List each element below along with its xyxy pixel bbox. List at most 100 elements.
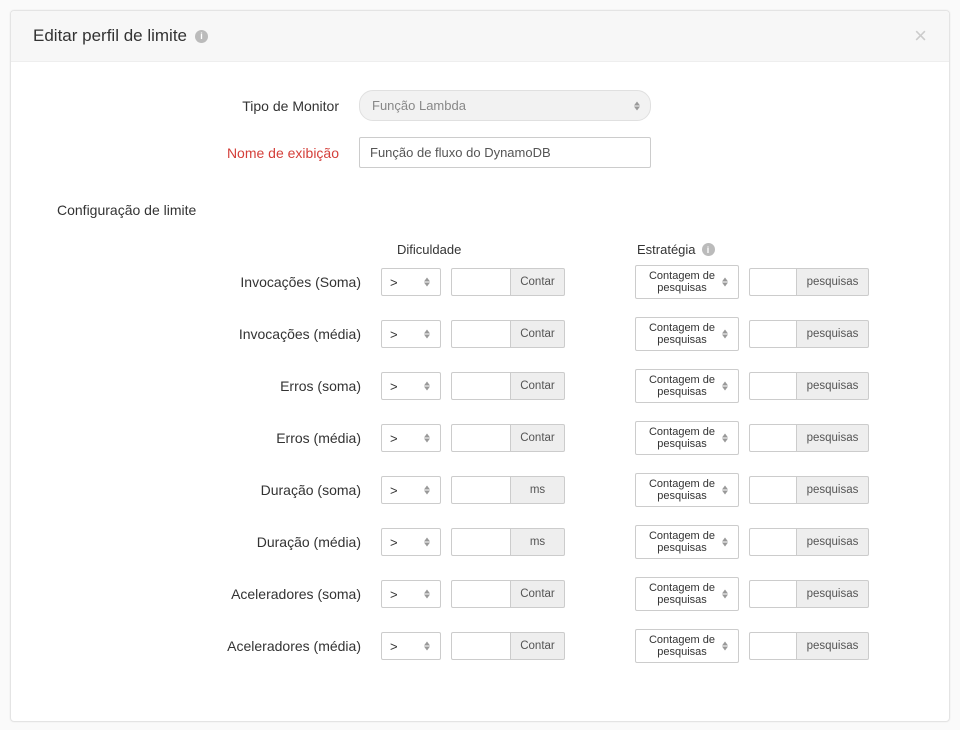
severity-value-input[interactable] [451,424,511,452]
severity-unit: ms [511,476,565,504]
polls-value-input[interactable] [749,580,797,608]
polls-unit: pesquisas [797,580,869,608]
polls-group: pesquisas [749,580,869,608]
severity-value-group: Contar [451,632,565,660]
severity-value-input[interactable] [451,372,511,400]
severity-value-input[interactable] [451,580,511,608]
metric-row-errors-sum: Erros (soma) > Contar Contagem de pesquisas… [51,369,909,403]
metric-label: Erros (soma) [51,378,381,394]
polls-group: pesquisas [749,528,869,556]
metric-row-duration-sum: Duração (soma)>msContagem de pesquisaspe… [51,473,909,507]
strategy-select[interactable]: Contagem de pesquisas [635,369,739,403]
metric-label: Aceleradores (média) [51,638,381,654]
operator-value: > [390,327,398,342]
strategy-value: Contagem de pesquisas [644,270,720,294]
severity-unit: Contar [511,424,565,452]
metric-row-invocations-sum: Invocações (Soma) > Contar Contagem de pesq… [51,265,909,299]
severity-value-group: Contar [451,580,565,608]
operator-select[interactable]: > [381,372,441,400]
severity-unit: Contar [511,580,565,608]
info-icon[interactable]: i [195,30,208,43]
severity-unit: Contar [511,632,565,660]
polls-value-input[interactable] [749,268,797,296]
polls-group: pesquisas [749,476,869,504]
severity-value-input[interactable] [451,268,511,296]
modal-title: Editar perfil de limite i [33,26,208,46]
metric-label: Aceleradores (soma) [51,586,381,602]
operator-value: > [390,275,398,290]
operator-select[interactable]: > [381,320,441,348]
strategy-value: Contagem de pesquisas [644,634,720,658]
severity-value-input[interactable] [451,476,511,504]
strategy-select[interactable]: Contagem de pesquisas [635,421,739,455]
polls-value-input[interactable] [749,320,797,348]
polls-unit: pesquisas [797,268,869,296]
operator-select[interactable]: > [381,580,441,608]
operator-select[interactable]: > [381,268,441,296]
severity-value-input[interactable] [451,632,511,660]
operator-value: > [390,535,398,550]
metric-row-duration-avg: Duração (média) > ms Contagem de pesquisas p… [51,525,909,559]
strategy-value: Contagem de pesquisas [644,582,720,606]
chevron-updown-icon [722,434,728,443]
strategy-select[interactable]: Contagem de pesquisas [635,317,739,351]
polls-value-input[interactable] [749,528,797,556]
polls-group: pesquisas [749,424,869,452]
polls-value-input[interactable] [749,424,797,452]
close-icon[interactable]: × [914,25,927,47]
severity-value-group: Contar [451,268,565,296]
chevron-updown-icon [424,590,430,599]
metric-row-invocations-avg: Invocações (média) > Contar Contagem de pes… [51,317,909,351]
strategy-select[interactable]: Contagem de pesquisas [635,473,739,507]
strategy-select[interactable]: Contagem de pesquisas [635,629,739,663]
metric-label: Erros (média) [51,430,381,446]
metric-label: Invocações (Soma) [51,274,381,290]
metric-row-throttles-sum: Aceleradores (soma) > Contar Contagem de pe… [51,577,909,611]
modal-title-text: Editar perfil de limite [33,26,187,46]
chevron-updown-icon [424,330,430,339]
severity-header: Dificuldade [397,242,637,257]
chevron-updown-icon [424,642,430,651]
operator-select[interactable]: > [381,528,441,556]
strategy-select[interactable]: Contagem de pesquisas [635,577,739,611]
strategy-value: Contagem de pesquisas [644,530,720,554]
polls-group: pesquisas [749,372,869,400]
chevron-updown-icon [722,538,728,547]
strategy-select[interactable]: Contagem de pesquisas [635,265,739,299]
info-icon[interactable]: i [702,243,715,256]
severity-unit: ms [511,528,565,556]
operator-value: > [390,379,398,394]
monitor-type-value: Função Lambda [372,98,466,113]
strategy-value: Contagem de pesquisas [644,478,720,502]
metric-label: Duração (média) [51,534,381,550]
operator-value: > [390,587,398,602]
severity-header-text: Dificuldade [397,242,461,257]
polls-value-input[interactable] [749,476,797,504]
chevron-updown-icon [424,486,430,495]
chevron-updown-icon [424,538,430,547]
severity-value-group: Contar [451,320,565,348]
display-name-input[interactable] [359,137,651,168]
severity-value-group: Contar [451,424,565,452]
severity-unit: Contar [511,372,565,400]
severity-value-input[interactable] [451,320,511,348]
operator-select[interactable]: > [381,632,441,660]
strategy-select[interactable]: Contagem de pesquisas [635,525,739,559]
severity-value-input[interactable] [451,528,511,556]
chevron-updown-icon [722,642,728,651]
operator-value: > [390,483,398,498]
polls-unit: pesquisas [797,372,869,400]
monitor-type-select: Função Lambda [359,90,651,121]
strategy-value: Contagem de pesquisas [644,322,720,346]
polls-unit: pesquisas [797,320,869,348]
chevron-updown-icon [424,382,430,391]
operator-select[interactable]: > [381,424,441,452]
polls-value-input[interactable] [749,632,797,660]
metric-label: Invocações (média) [51,326,381,342]
polls-value-input[interactable] [749,372,797,400]
polls-group: pesquisas [749,268,869,296]
strategy-header-text: Estratégia [637,242,696,257]
operator-value: > [390,431,398,446]
chevron-updown-icon [722,486,728,495]
operator-select[interactable]: > [381,476,441,504]
